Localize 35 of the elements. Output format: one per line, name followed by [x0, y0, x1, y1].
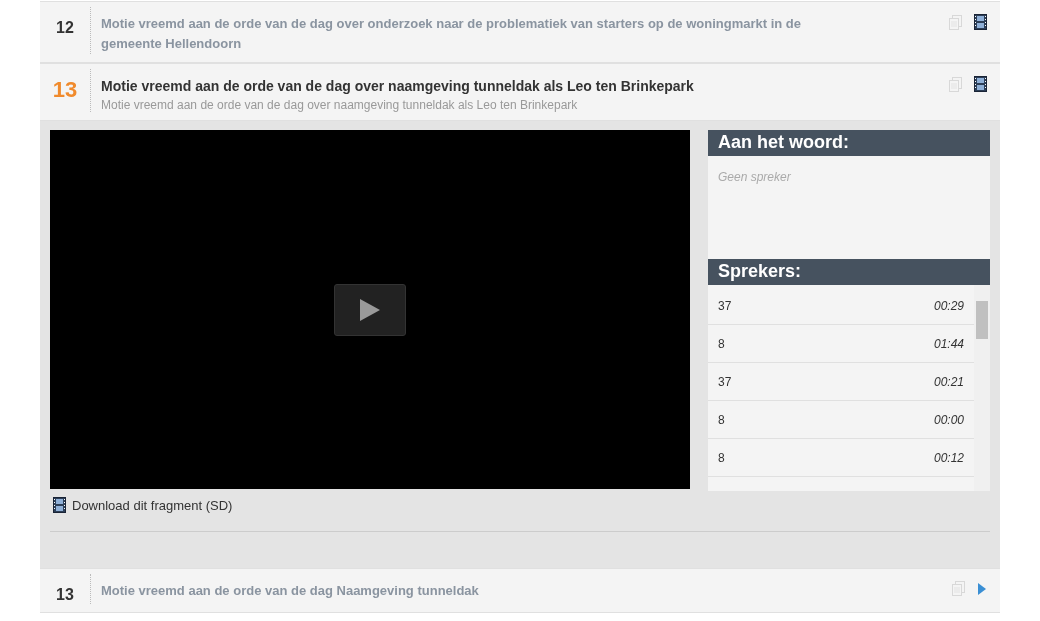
speaker-time: 01:44	[933, 336, 964, 351]
item-number: 13	[40, 574, 91, 604]
item-title: Motie vreemd aan de orde van de dag Naamgeving tunneldak	[101, 582, 480, 600]
item-number: 13	[40, 69, 91, 112]
film-icon[interactable]	[974, 14, 987, 30]
item-number: 12	[40, 7, 91, 54]
document-icon[interactable]	[952, 581, 965, 596]
speaker-name: 8	[718, 450, 725, 465]
panel-heading: Aan het woord:	[708, 130, 990, 156]
item-title: Motie vreemd aan de orde van de dag over naamgeving tunneldak als Leo ten Brinkepark	[101, 77, 695, 96]
speaker-time: 00:12	[933, 450, 964, 465]
placeholder-text: Geen spreker	[718, 170, 792, 184]
speaker-time: 00:00	[933, 412, 964, 427]
download-link[interactable]: Download dit fragment (SD)	[72, 497, 233, 513]
agenda-item[interactable]: 12 Motie vreemd aan de orde van de dag over onderzoek naar de problematiek van starters op de woningmarkt in de gemeente Hellendoorn	[40, 1, 1000, 63]
film-icon	[53, 497, 66, 513]
scrollbar[interactable]	[974, 285, 990, 491]
document-icon[interactable]	[949, 76, 962, 92]
speaker-name: 8	[718, 412, 725, 427]
speaker-name: 37	[718, 374, 732, 389]
item-title: Motie vreemd aan de orde van de dag over onderzoek naar de problematiek van starters op de woningmarkt in de gemeente Hellendoorn	[101, 15, 803, 53]
document-icon[interactable]	[949, 14, 962, 30]
play-icon	[359, 297, 381, 322]
item-subtitle: Motie vreemd aan de orde van de dag over naamgeving tunneldak als Leo ten Brinkepark	[101, 98, 579, 112]
panel-heading: Sprekers:	[708, 259, 990, 285]
speaker-time: 00:21	[933, 374, 964, 389]
play-icon[interactable]	[977, 581, 987, 596]
scrollbar-thumb[interactable]	[976, 301, 988, 339]
speaker-name: 8	[718, 336, 725, 351]
agenda-item[interactable]: 13 Motie vreemd aan de orde van de dag Naamgeving tunneldak	[40, 568, 1000, 613]
speaker-name: 37	[718, 298, 732, 313]
film-icon[interactable]	[974, 76, 987, 92]
speaker-time: 00:29	[933, 298, 964, 313]
agenda-item[interactable]: 13 Motie vreemd aan de orde van de dag over naamgeving tunneldak als Leo ten Brinkepark Motie vreemd aan de orde van de dag over naamgeving tunneldak als Leo ten Brinkepark	[40, 63, 1000, 121]
play-button[interactable]	[334, 283, 406, 336]
